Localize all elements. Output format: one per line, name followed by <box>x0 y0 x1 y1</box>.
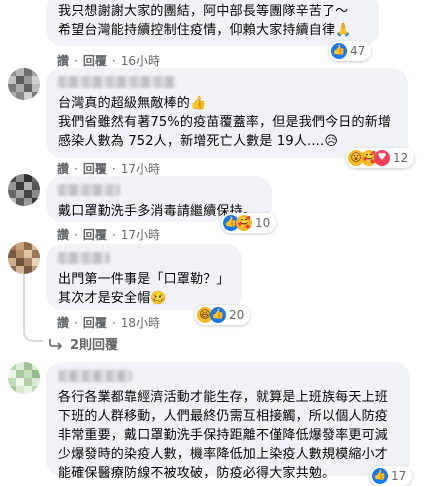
avatar[interactable] <box>8 68 40 100</box>
comment-actions: 讚 · 回覆 · 17小時 <box>57 160 160 177</box>
separator-dot: · <box>74 227 78 242</box>
author-name-redacted[interactable] <box>58 252 110 264</box>
separator-dot: · <box>111 53 116 68</box>
separator-dot: · <box>74 161 78 176</box>
reaction-count: 17 <box>391 469 407 483</box>
reaction-summary[interactable]: 👍 47 <box>329 41 372 61</box>
reaction-count: 12 <box>393 151 409 165</box>
comment-bubble: 各行各業都靠經濟活動才能生存，就算是上班族每天上班下班的人群移動，人們最終仍需互… <box>46 362 410 481</box>
love-icon: ♥ <box>374 150 390 166</box>
separator-dot: · <box>74 53 78 68</box>
comment-text: 出門第一件事是「口罩勒？」 其次才是安全帽🥴 <box>58 272 230 306</box>
comment-text: 台灣真的超級無敵棒的👍 我們省雖然有著75%的疫苗覆蓋率，但是我們今日的新增感染… <box>58 96 392 149</box>
separator-dot: · <box>111 161 116 176</box>
like-button[interactable]: 讚 <box>57 226 69 243</box>
thread-line-curve <box>23 322 43 342</box>
reaction-summary[interactable]: 👍 🥰 10 <box>221 213 277 233</box>
timestamp[interactable]: 18小時 <box>121 314 160 331</box>
author-name-redacted[interactable] <box>58 76 176 88</box>
like-icon: 👍 <box>372 468 388 484</box>
separator-dot: · <box>74 315 78 330</box>
reply-arrow-icon <box>49 338 63 350</box>
comment-bubble: 我只想謝謝大家的團結，阿中部長等團隊辛苦了～ 希望台灣能持續控制住疫情，仰賴大家… <box>46 0 379 46</box>
timestamp[interactable]: 17小時 <box>121 160 160 177</box>
like-icon: 👍 <box>210 307 226 323</box>
separator-dot: · <box>111 227 116 242</box>
comment-bubble: 台灣真的超級無敵棒的👍 我們省雖然有著75%的疫苗覆蓋率，但是我們今日的新增感染… <box>46 68 408 158</box>
comment-bubble: 出門第一件事是「口罩勒？」 其次才是安全帽🥴 <box>46 244 242 310</box>
view-replies-link[interactable]: 2則回覆 <box>48 334 118 353</box>
like-button[interactable]: 讚 <box>57 52 69 69</box>
care-icon: 🥰 <box>236 215 252 231</box>
view-replies-label[interactable]: 2則回覆 <box>70 334 118 353</box>
avatar[interactable] <box>8 242 40 274</box>
author-name-redacted[interactable] <box>58 370 132 382</box>
separator-dot: · <box>111 315 116 330</box>
like-icon: 👍 <box>331 43 347 59</box>
reply-button[interactable]: 回覆 <box>83 226 107 243</box>
comment-actions: 讚 · 回覆 · 18小時 <box>57 314 160 331</box>
reaction-count: 20 <box>229 308 245 322</box>
avatar[interactable] <box>8 174 40 206</box>
comment-actions: 讚 · 回覆 · 16小時 <box>57 52 160 69</box>
reaction-summary[interactable]: 😆 👍 20 <box>195 305 251 325</box>
reaction-count: 47 <box>350 44 366 58</box>
comment-actions: 讚 · 回覆 · 17小時 <box>57 226 160 243</box>
comment-text: 我只想謝謝大家的團結，阿中部長等團隊辛苦了～ 希望台灣能持續控制住疫情，仰賴大家… <box>58 4 352 38</box>
avatar[interactable] <box>8 362 40 394</box>
timestamp[interactable]: 17小時 <box>121 226 160 243</box>
like-button[interactable]: 讚 <box>57 160 69 177</box>
reaction-count: 10 <box>255 216 271 230</box>
reply-button[interactable]: 回覆 <box>83 314 107 331</box>
author-name-redacted[interactable] <box>58 184 120 196</box>
comment-text: 各行各業都靠經濟活動才能生存，就算是上班族每天上班下班的人群移動，人們最終仍需互… <box>58 390 389 481</box>
reply-button[interactable]: 回覆 <box>83 52 107 69</box>
like-button[interactable]: 讚 <box>57 314 69 331</box>
reaction-summary[interactable]: 😮 🥰 ♥ 12 <box>346 148 415 168</box>
reaction-summary[interactable]: 👍 17 <box>370 466 413 486</box>
reply-button[interactable]: 回覆 <box>83 160 107 177</box>
timestamp[interactable]: 16小時 <box>121 52 160 69</box>
